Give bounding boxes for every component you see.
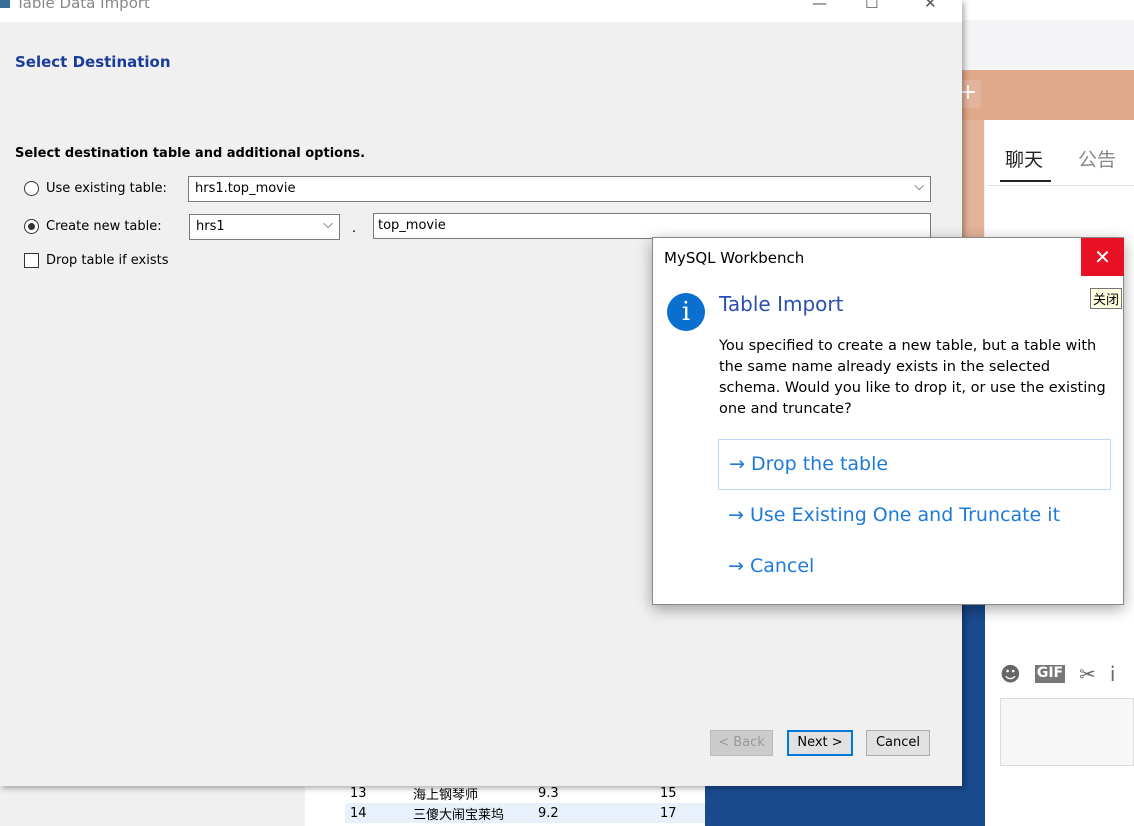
chat-input[interactable] <box>1000 698 1134 766</box>
table-row[interactable]: 14 三傻大闹宝莱坞 9.2 17 <box>345 803 705 823</box>
app-icon <box>0 0 10 8</box>
new-table-name-input[interactable]: top_movie <box>373 213 931 239</box>
page-title: Select Destination <box>15 53 171 71</box>
divider <box>987 185 1134 186</box>
chat-sidebar <box>962 120 984 240</box>
chevron-down-icon: ⌵ <box>323 217 333 232</box>
cell-title: 海上钢琴师 <box>413 787 479 803</box>
emoji-icon[interactable]: ☻ <box>1000 662 1021 686</box>
scissors-icon[interactable]: ✂ <box>1079 662 1096 686</box>
arrow-right-icon: → <box>728 504 744 526</box>
table-row[interactable]: 13 海上钢琴师 9.3 15 <box>345 783 705 803</box>
tab-indicator <box>1000 180 1051 182</box>
schema-value: hrs1 <box>196 219 225 234</box>
cell-id: 13 <box>350 785 367 801</box>
gif-icon[interactable]: GIF <box>1034 665 1066 683</box>
background-window-toolbar <box>962 0 1134 70</box>
tab-chat[interactable]: 聊天 <box>1005 145 1043 172</box>
cell-score: 9.3 <box>538 785 559 801</box>
dialog-title: MySQL Workbench <box>664 249 805 267</box>
existing-table-select[interactable]: hrs1.top_movie ⌵ <box>188 176 931 202</box>
drop-table-label: Drop table if exists <box>46 253 169 268</box>
option-label: Cancel <box>749 555 815 577</box>
window-title: Table Data Import <box>16 0 150 12</box>
section-heading: Select destination table and additional … <box>15 146 366 161</box>
drop-table-checkbox[interactable] <box>24 253 39 268</box>
arrow-right-icon: → <box>729 453 745 475</box>
more-icon[interactable]: i <box>1110 662 1116 686</box>
chat-header <box>962 70 1134 120</box>
info-icon: i <box>667 293 705 331</box>
dialog-cancel-option[interactable]: → Cancel <box>718 542 1111 593</box>
dialog-close-button[interactable]: ✕ <box>1081 238 1124 276</box>
cancel-button[interactable]: Cancel <box>866 730 930 756</box>
create-new-label: Create new table: <box>46 219 162 234</box>
option-label: Use Existing One and Truncate it <box>749 504 1061 526</box>
close-tooltip: 关闭 <box>1090 288 1123 309</box>
existing-table-value: hrs1.top_movie <box>195 181 296 196</box>
create-new-radio[interactable] <box>24 219 39 234</box>
next-button[interactable]: Next > <box>787 730 853 756</box>
schema-select[interactable]: hrs1 ⌵ <box>189 214 340 240</box>
arrow-right-icon: → <box>728 555 744 577</box>
drop-table-option[interactable]: → Drop the table <box>718 439 1111 490</box>
dialog-message: You specified to create a new table, but… <box>719 338 1106 417</box>
minimize-button[interactable]: — <box>812 0 827 12</box>
close-button[interactable]: ✕ <box>924 0 937 12</box>
title-bar: Table Data Import — ☐ ✕ <box>0 0 962 22</box>
cell-id: 14 <box>350 805 367 821</box>
chevron-down-icon: ⌵ <box>914 179 924 194</box>
cell-score: 9.2 <box>538 805 559 821</box>
cell-extra: 17 <box>660 805 677 821</box>
chat-toolbar: ☻ GIF ✂ i <box>1000 662 1115 686</box>
separator-dot: . <box>352 221 357 236</box>
back-button[interactable]: < Back <box>710 730 773 756</box>
cell-extra: 15 <box>660 785 677 801</box>
tab-announcement[interactable]: 公告 <box>1078 145 1116 172</box>
option-label: Drop the table <box>750 453 889 475</box>
dialog-heading: Table Import <box>719 292 844 316</box>
use-existing-truncate-option[interactable]: → Use Existing One and Truncate it <box>718 491 1111 542</box>
use-existing-label: Use existing table: <box>46 181 167 196</box>
maximize-button[interactable]: ☐ <box>865 0 878 12</box>
cell-title: 三傻大闹宝莱坞 <box>413 807 505 823</box>
use-existing-radio[interactable] <box>24 181 39 196</box>
new-table-name-value: top_movie <box>378 218 446 233</box>
